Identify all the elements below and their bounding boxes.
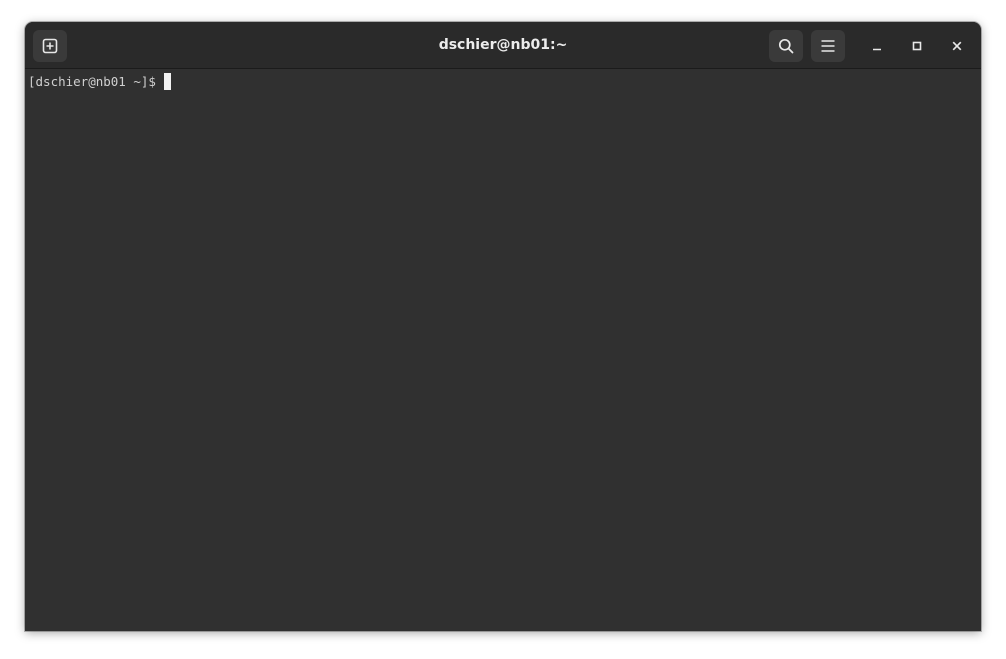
window-title: dschier@nb01:~ [438, 37, 568, 53]
new-tab-button[interactable] [33, 30, 67, 62]
hamburger-menu-icon [821, 40, 835, 52]
tab-new-icon [42, 38, 58, 54]
maximize-icon [912, 41, 922, 51]
search-icon [778, 38, 794, 54]
main-menu-button[interactable] [811, 30, 845, 62]
maximize-button[interactable] [905, 34, 929, 58]
shell-prompt: [dschier@nb01 ~]$ [28, 73, 156, 89]
close-icon [952, 41, 962, 51]
headerbar: dschier@nb01:~ [25, 22, 981, 69]
minimize-button[interactable] [865, 34, 889, 58]
terminal-window: dschier@nb01:~ [dschier@nb01 ~]$ [25, 22, 981, 631]
search-button[interactable] [769, 30, 803, 62]
terminal-area[interactable]: [dschier@nb01 ~]$ [25, 69, 981, 631]
prompt-line: [dschier@nb01 ~]$ [28, 73, 978, 90]
text-cursor [163, 73, 171, 90]
close-button[interactable] [945, 34, 969, 58]
minimize-icon [873, 48, 881, 51]
